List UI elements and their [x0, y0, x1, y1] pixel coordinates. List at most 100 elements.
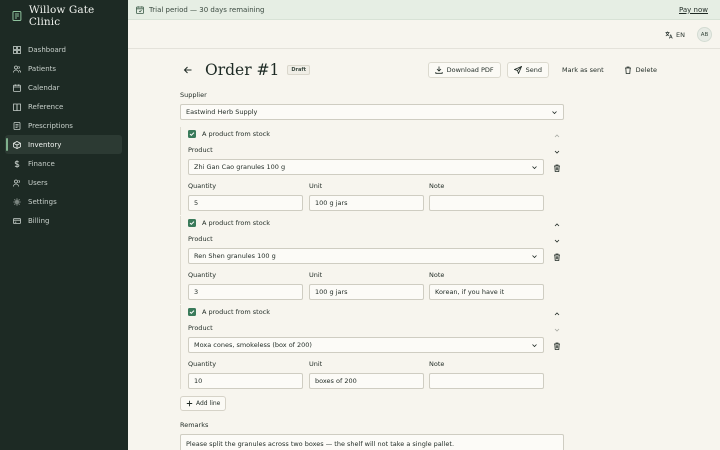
users-icon: [13, 65, 21, 73]
product-select[interactable]: Ren Shen granules 100 g: [188, 248, 544, 264]
note-label: Note: [429, 271, 445, 279]
book-icon: [13, 103, 21, 111]
check-icon: [189, 132, 195, 137]
supplier-select[interactable]: Eastwind Herb Supply: [180, 104, 564, 120]
note-label: Note: [429, 182, 445, 190]
stock-checkbox[interactable]: [188, 130, 196, 138]
download-icon: [435, 66, 443, 74]
trial-text: Trial period — 30 days remaining: [149, 5, 265, 14]
sidebar-item-patients[interactable]: Patients: [5, 59, 122, 78]
unit-label: Unit: [309, 182, 323, 190]
move-up-icon[interactable]: [553, 221, 561, 229]
sidebar-item-label: Users: [28, 178, 48, 187]
sidebar-item-users[interactable]: Users: [5, 173, 122, 192]
note-label: Note: [429, 360, 445, 368]
sidebar-item-reference[interactable]: Reference: [5, 97, 122, 116]
calendar-icon: [13, 83, 21, 92]
product-select[interactable]: Moxa cones, smokeless (box of 200): [188, 337, 544, 353]
product-label: Product: [188, 146, 213, 154]
prescription-icon: [13, 121, 21, 130]
sidebar-item-inventory[interactable]: Inventory: [5, 135, 122, 154]
page-title: Order #1: [205, 61, 280, 79]
sidebar-item-prescriptions[interactable]: Prescriptions: [5, 116, 122, 135]
quantity-label: Quantity: [188, 360, 217, 368]
calendar-clock-icon: [136, 5, 144, 14]
avatar[interactable]: AB: [697, 27, 712, 42]
note-input[interactable]: Korean, if you have it: [429, 284, 544, 300]
delete-line-icon[interactable]: [553, 342, 561, 350]
download-pdf-label: Download PDF: [446, 66, 494, 74]
stock-checkbox-label: A product from stock: [202, 130, 271, 138]
remarks-textarea[interactable]: Please split the granules across two box…: [180, 434, 564, 450]
line-item-border: [180, 127, 181, 215]
remarks-label: Remarks: [180, 421, 209, 429]
stock-checkbox[interactable]: [188, 219, 196, 227]
delete-label: Delete: [635, 66, 657, 74]
supplier-value: Eastwind Herb Supply: [186, 108, 258, 116]
stock-checkbox-label: A product from stock: [202, 219, 271, 227]
card-icon: [13, 217, 21, 224]
brand[interactable]: Willow Gate Clinic: [0, 0, 128, 32]
download-pdf-button[interactable]: Download PDF: [427, 62, 501, 78]
chevron-down-icon: [532, 344, 537, 348]
note-input[interactable]: [429, 195, 544, 211]
unit-label: Unit: [309, 360, 323, 368]
move-up-icon[interactable]: [553, 310, 561, 318]
add-line-button[interactable]: Add line: [180, 396, 227, 411]
delete-line-icon[interactable]: [553, 253, 561, 261]
quantity-input[interactable]: 5: [188, 195, 303, 211]
product-select[interactable]: Zhi Gan Cao granules 100 g: [188, 159, 544, 175]
move-down-icon[interactable]: [553, 237, 561, 245]
user-group-icon: [13, 179, 20, 187]
send-icon: [513, 66, 522, 74]
chevron-down-icon: [532, 166, 537, 170]
unit-input[interactable]: 100 g jars: [309, 284, 424, 300]
delete-line-icon[interactable]: [553, 164, 561, 172]
dollar-icon: [14, 159, 20, 168]
move-down-icon[interactable]: [553, 326, 561, 334]
sidebar-item-label: Reference: [28, 102, 64, 111]
quantity-label: Quantity: [188, 271, 217, 279]
header-actions: Download PDF Send Mark as sent Delete: [427, 62, 664, 78]
note-input[interactable]: [429, 373, 544, 389]
top-utility: EN AB: [665, 27, 712, 42]
app-name: Willow Gate Clinic: [28, 4, 95, 28]
pay-now-link[interactable]: Pay now: [679, 6, 708, 14]
product-label: Product: [188, 324, 213, 332]
sidebar-item-label: Finance: [28, 159, 55, 168]
mark-as-sent-button[interactable]: Mark as sent: [555, 62, 611, 78]
stock-checkbox[interactable]: [188, 308, 196, 316]
language-label: EN: [676, 30, 685, 39]
supplier-label: Supplier: [180, 91, 207, 99]
sidebar-item-billing[interactable]: Billing: [5, 211, 122, 230]
delete-button[interactable]: Delete: [617, 62, 664, 78]
check-icon: [189, 221, 195, 226]
back-arrow-icon[interactable]: [183, 65, 193, 75]
language-switcher[interactable]: EN: [665, 31, 685, 39]
unit-input[interactable]: 100 g jars: [309, 195, 424, 211]
chevron-down-icon: [552, 111, 557, 115]
send-label: Send: [525, 66, 543, 74]
line-item-border: [180, 305, 181, 389]
trial-banner: Trial period — 30 days remaining Pay now: [128, 0, 720, 20]
move-down-icon[interactable]: [553, 148, 561, 156]
unit-label: Unit: [309, 271, 323, 279]
add-line-label: Add line: [196, 400, 221, 407]
plus-icon: [186, 400, 193, 407]
gear-icon: [13, 198, 21, 205]
status-badge: Draft: [287, 65, 310, 75]
sidebar-item-label: Settings: [28, 197, 57, 206]
move-up-icon[interactable]: [553, 132, 561, 140]
check-icon: [189, 310, 195, 315]
product-value: Moxa cones, smokeless (box of 200): [194, 341, 312, 349]
unit-input[interactable]: boxes of 200: [309, 373, 424, 389]
sidebar-item-settings[interactable]: Settings: [5, 192, 122, 211]
quantity-input[interactable]: 10: [188, 373, 303, 389]
sidebar-item-dashboard[interactable]: Dashboard: [5, 40, 122, 59]
sidebar-item-calendar[interactable]: Calendar: [5, 78, 122, 97]
quantity-input[interactable]: 3: [188, 284, 303, 300]
product-value: Zhi Gan Cao granules 100 g: [194, 163, 286, 171]
sidebar-item-finance[interactable]: Finance: [5, 154, 122, 173]
send-button[interactable]: Send: [506, 62, 550, 78]
stock-checkbox-label: A product from stock: [202, 308, 271, 316]
